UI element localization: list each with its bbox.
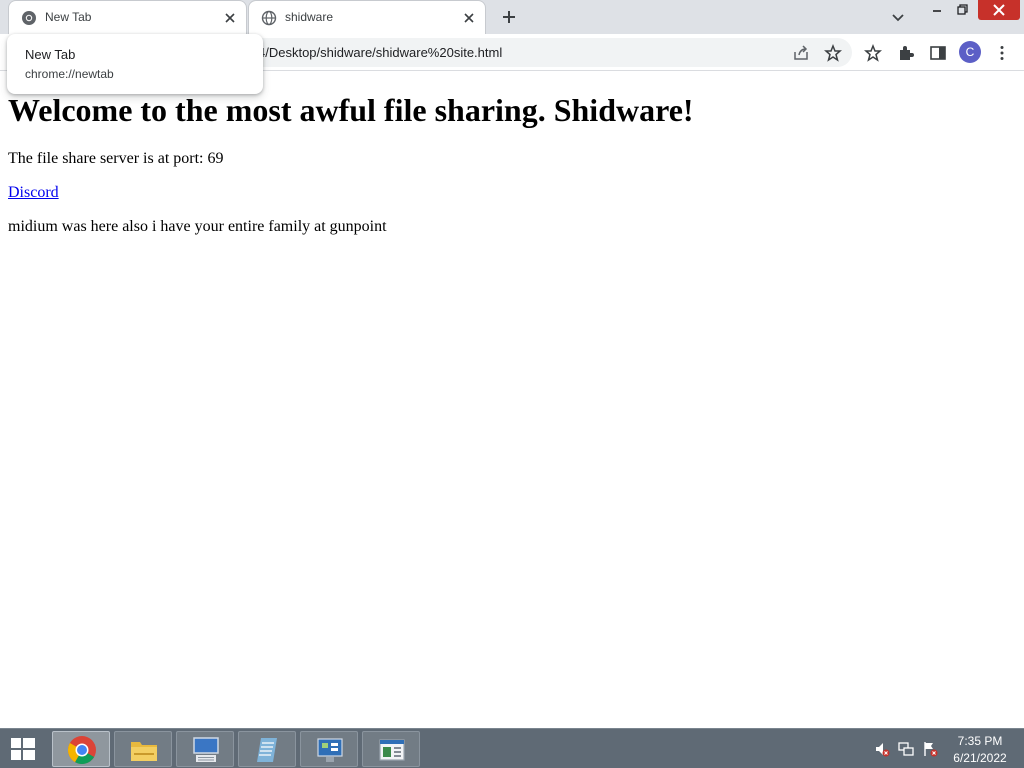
tab-title: shidware bbox=[285, 10, 334, 24]
close-icon bbox=[993, 4, 1005, 16]
profile-avatar[interactable]: C bbox=[959, 41, 981, 63]
volume-muted-icon[interactable] bbox=[874, 741, 890, 757]
kebab-menu-icon[interactable] bbox=[993, 44, 1011, 62]
tab-hover-card: New Tab chrome://newtab bbox=[7, 34, 263, 94]
close-tab-icon[interactable] bbox=[461, 10, 477, 26]
restore-icon[interactable] bbox=[953, 2, 971, 18]
minimize-icon[interactable] bbox=[928, 2, 946, 18]
address-bar-url[interactable]: 4/Desktop/shidware/shidware%20site.html bbox=[258, 45, 502, 60]
tab-shidware[interactable]: shidware bbox=[248, 0, 486, 34]
new-tab-icon[interactable] bbox=[500, 8, 518, 26]
server-manager-icon bbox=[379, 739, 405, 761]
bookmark-star-icon[interactable] bbox=[824, 44, 842, 62]
close-tab-icon[interactable] bbox=[222, 10, 238, 26]
extensions-icon[interactable] bbox=[897, 44, 915, 62]
window-close-button[interactable] bbox=[978, 0, 1020, 20]
chrome-icon bbox=[22, 11, 36, 25]
taskbar-control-panel[interactable] bbox=[300, 731, 358, 767]
tab-new-tab[interactable]: New Tab bbox=[8, 0, 247, 34]
on-screen-keyboard-icon bbox=[193, 737, 219, 762]
share-icon[interactable] bbox=[792, 44, 810, 62]
bookmarks-icon[interactable] bbox=[864, 44, 882, 62]
notepad-icon bbox=[257, 738, 277, 762]
clock-date[interactable]: 6/21/2022 bbox=[946, 751, 1014, 765]
chevron-down-icon[interactable] bbox=[890, 9, 906, 25]
page-content: Welcome to the most awful file sharing. … bbox=[0, 72, 1024, 728]
chrome-icon bbox=[68, 736, 96, 764]
network-icon[interactable] bbox=[898, 741, 914, 757]
clock-time[interactable]: 7:35 PM bbox=[946, 734, 1014, 748]
globe-icon bbox=[261, 10, 277, 26]
hover-card-title: New Tab bbox=[25, 47, 76, 62]
file-explorer-icon bbox=[131, 742, 157, 761]
tab-strip: New Tab shidware bbox=[0, 0, 1024, 34]
side-panel-icon[interactable] bbox=[929, 44, 947, 62]
taskbar-on-screen-keyboard[interactable] bbox=[176, 731, 234, 767]
taskbar-notepad[interactable] bbox=[238, 731, 296, 767]
discord-link[interactable]: Discord bbox=[8, 184, 59, 202]
control-panel-icon bbox=[317, 738, 343, 762]
windows-start-icon[interactable] bbox=[0, 729, 46, 768]
taskbar-server-manager[interactable] bbox=[362, 731, 420, 767]
hover-card-url: chrome://newtab bbox=[25, 67, 114, 81]
page-heading: Welcome to the most awful file sharing. … bbox=[8, 92, 694, 128]
taskbar-chrome[interactable] bbox=[52, 731, 110, 767]
taskbar: 7:35 PM 6/21/2022 bbox=[0, 728, 1024, 768]
tab-title: New Tab bbox=[45, 10, 92, 24]
action-center-flag-icon[interactable] bbox=[922, 741, 938, 757]
midium-text: midium was here also i have your entire … bbox=[8, 218, 387, 235]
port-text: The file share server is at port: 69 bbox=[8, 150, 224, 167]
taskbar-file-explorer[interactable] bbox=[114, 731, 172, 767]
